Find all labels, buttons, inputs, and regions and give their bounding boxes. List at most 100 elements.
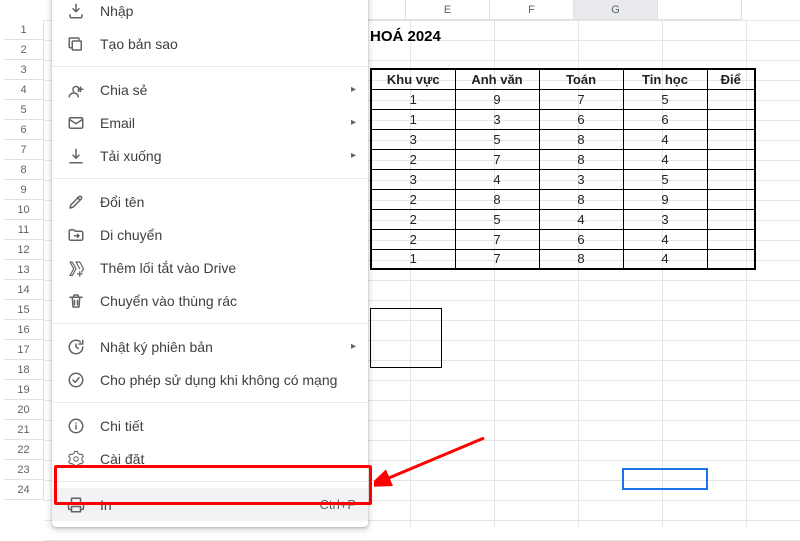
row-header[interactable]: 16 bbox=[4, 320, 44, 340]
data-table[interactable]: Khu vựcAnh vănToánTin họcĐiể 19751366358… bbox=[370, 68, 756, 270]
row-header[interactable]: 15 bbox=[4, 300, 44, 320]
menu-item-chuyển-vào-thùng-rác[interactable]: Chuyển vào thùng rác bbox=[52, 284, 368, 317]
table-cell[interactable]: 6 bbox=[539, 109, 623, 129]
table-cell[interactable] bbox=[707, 109, 755, 129]
row-header[interactable]: 3 bbox=[4, 60, 44, 80]
table-cell[interactable]: 5 bbox=[455, 129, 539, 149]
row-header[interactable]: 8 bbox=[4, 160, 44, 180]
table-row[interactable]: 1784 bbox=[371, 249, 755, 269]
table-cell[interactable] bbox=[707, 89, 755, 109]
menu-item-cho-phép-sử-dụng-khi-không-có-mạng[interactable]: Cho phép sử dụng khi không có mạng bbox=[52, 363, 368, 396]
table-cell[interactable]: 9 bbox=[455, 89, 539, 109]
row-header[interactable]: 23 bbox=[4, 460, 44, 480]
table-cell[interactable]: 6 bbox=[539, 229, 623, 249]
row-header[interactable]: 21 bbox=[4, 420, 44, 440]
menu-item-nhập[interactable]: Nhập bbox=[52, 0, 368, 27]
menu-item-tải-xuống[interactable]: Tải xuống▸ bbox=[52, 139, 368, 172]
table-cell[interactable]: 5 bbox=[623, 169, 707, 189]
column-header[interactable] bbox=[658, 0, 742, 20]
menu-item-chi-tiết[interactable]: Chi tiết bbox=[52, 409, 368, 442]
table-cell[interactable]: 7 bbox=[455, 249, 539, 269]
table-row[interactable]: 3435 bbox=[371, 169, 755, 189]
menu-item-tạo-bản-sao[interactable]: Tạo bản sao bbox=[52, 27, 368, 60]
row-header[interactable]: 14 bbox=[4, 280, 44, 300]
column-header[interactable]: E bbox=[406, 0, 490, 20]
table-cell[interactable] bbox=[707, 209, 755, 229]
table-cell[interactable]: 4 bbox=[539, 209, 623, 229]
table-cell[interactable] bbox=[707, 149, 755, 169]
table-cell[interactable]: 9 bbox=[623, 189, 707, 209]
row-header[interactable]: 4 bbox=[4, 80, 44, 100]
row-header[interactable]: 6 bbox=[4, 120, 44, 140]
table-cell[interactable]: 3 bbox=[371, 129, 455, 149]
table-cell[interactable]: 2 bbox=[371, 209, 455, 229]
file-context-menu[interactable]: NhậpTạo bản sao Chia sẻ▸Email▸Tải xuống▸ Đ… bbox=[52, 0, 368, 527]
table-header-cell[interactable]: Toán bbox=[539, 69, 623, 89]
row-header[interactable]: 22 bbox=[4, 440, 44, 460]
table-cell[interactable]: 3 bbox=[371, 169, 455, 189]
table-cell[interactable]: 4 bbox=[623, 249, 707, 269]
table-cell[interactable]: 5 bbox=[455, 209, 539, 229]
table-cell[interactable]: 8 bbox=[539, 249, 623, 269]
table-cell[interactable]: 3 bbox=[623, 209, 707, 229]
table-cell[interactable]: 8 bbox=[455, 189, 539, 209]
row-header[interactable]: 13 bbox=[4, 260, 44, 280]
table-row[interactable]: 1975 bbox=[371, 89, 755, 109]
table-cell[interactable]: 1 bbox=[371, 89, 455, 109]
table-cell[interactable]: 1 bbox=[371, 109, 455, 129]
menu-item-đổi-tên[interactable]: Đổi tên bbox=[52, 185, 368, 218]
row-header[interactable]: 5 bbox=[4, 100, 44, 120]
table-cell[interactable]: 8 bbox=[539, 129, 623, 149]
table-cell[interactable] bbox=[707, 169, 755, 189]
table-cell[interactable] bbox=[707, 189, 755, 209]
column-header[interactable]: F bbox=[490, 0, 574, 20]
row-header[interactable]: 10 bbox=[4, 200, 44, 220]
table-cell[interactable]: 3 bbox=[539, 169, 623, 189]
table-cell[interactable]: 4 bbox=[623, 149, 707, 169]
table-cell[interactable]: 5 bbox=[623, 89, 707, 109]
table-row[interactable]: 2543 bbox=[371, 209, 755, 229]
table-header-cell[interactable]: Khu vực bbox=[371, 69, 455, 89]
menu-item-in[interactable]: InCtrl+P bbox=[52, 488, 368, 521]
table-cell[interactable]: 2 bbox=[371, 229, 455, 249]
table-cell[interactable]: 1 bbox=[371, 249, 455, 269]
table-cell[interactable]: 6 bbox=[623, 109, 707, 129]
table-header-cell[interactable]: Tin học bbox=[623, 69, 707, 89]
table-row[interactable]: 2889 bbox=[371, 189, 755, 209]
table-cell[interactable]: 8 bbox=[539, 149, 623, 169]
table-cell[interactable]: 2 bbox=[371, 189, 455, 209]
menu-item-nhật-ký-phiên-bản[interactable]: Nhật ký phiên bản▸ bbox=[52, 330, 368, 363]
table-cell[interactable]: 4 bbox=[623, 229, 707, 249]
row-header[interactable]: 12 bbox=[4, 240, 44, 260]
table-row[interactable]: 2784 bbox=[371, 149, 755, 169]
menu-item-thêm-lối-tắt-vào-drive[interactable]: Thêm lối tắt vào Drive bbox=[52, 251, 368, 284]
table-cell[interactable]: 7 bbox=[455, 149, 539, 169]
table-header-cell[interactable]: Điể bbox=[707, 69, 755, 89]
table-cell[interactable]: 7 bbox=[539, 89, 623, 109]
table-cell[interactable]: 3 bbox=[455, 109, 539, 129]
column-header[interactable]: G bbox=[574, 0, 658, 20]
row-header[interactable]: 7 bbox=[4, 140, 44, 160]
row-header[interactable]: 20 bbox=[4, 400, 44, 420]
row-header[interactable]: 17 bbox=[4, 340, 44, 360]
table-row[interactable]: 2764 bbox=[371, 229, 755, 249]
menu-item-email[interactable]: Email▸ bbox=[52, 106, 368, 139]
menu-item-cài-đặt[interactable]: Cài đặt bbox=[52, 442, 368, 475]
table-cell[interactable]: 4 bbox=[455, 169, 539, 189]
row-header[interactable]: 19 bbox=[4, 380, 44, 400]
row-header[interactable]: 24 bbox=[4, 480, 44, 500]
row-header[interactable]: 1 bbox=[4, 20, 44, 40]
menu-item-di-chuyển[interactable]: Di chuyển bbox=[52, 218, 368, 251]
table-cell[interactable]: 7 bbox=[455, 229, 539, 249]
menu-item-chia-sẻ[interactable]: Chia sẻ▸ bbox=[52, 73, 368, 106]
table-cell[interactable] bbox=[707, 229, 755, 249]
row-header[interactable]: 11 bbox=[4, 220, 44, 240]
table-cell[interactable]: 2 bbox=[371, 149, 455, 169]
table-cell[interactable] bbox=[707, 249, 755, 269]
table-cell[interactable] bbox=[707, 129, 755, 149]
row-header[interactable]: 2 bbox=[4, 40, 44, 60]
table-cell[interactable]: 8 bbox=[539, 189, 623, 209]
table-row[interactable]: 3584 bbox=[371, 129, 755, 149]
table-row[interactable]: 1366 bbox=[371, 109, 755, 129]
row-header[interactable]: 9 bbox=[4, 180, 44, 200]
